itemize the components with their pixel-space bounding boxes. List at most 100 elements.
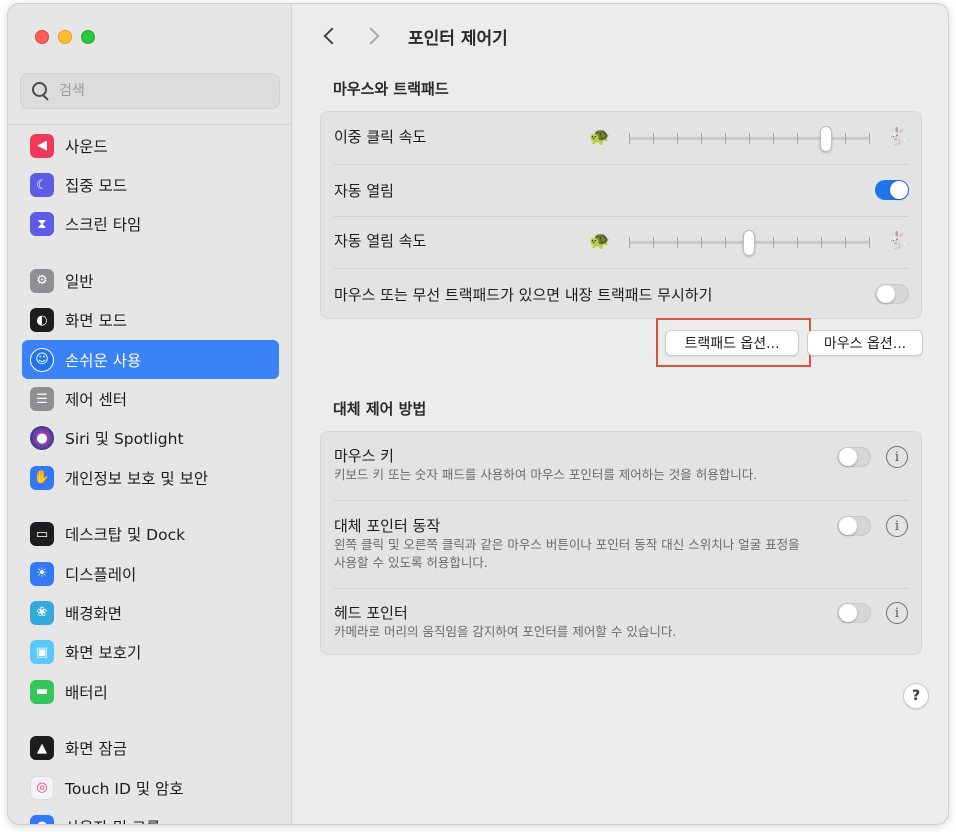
info-icon[interactable]: i [886, 602, 908, 624]
sidebar-item-label: 손쉬운 사용 [65, 351, 142, 370]
slider-tick [725, 133, 726, 144]
sidebar-item-label: 개인정보 보호 및 보안 [65, 469, 209, 488]
info-icon[interactable]: i [886, 515, 908, 537]
sidebar-item-label: 사용자 및 그룹 [65, 816, 160, 824]
gear-icon: ⚙ [30, 268, 54, 293]
slider-tick [749, 133, 750, 144]
sidebar-item-battery[interactable]: ▬ 배터리 [22, 672, 279, 711]
sidebar-item-users-groups[interactable]: ● 사용자 및 그룹 [22, 807, 279, 824]
spring-loading-speed-slider[interactable]: 🐢 🐇 [589, 230, 909, 256]
sidebar-item-label: 배터리 [65, 683, 108, 702]
back-button[interactable] [318, 24, 344, 50]
main-content: 포인터 제어기 마우스와 트랙패드 이중 클릭 속도 🐢 🐇 자동 열림 자동 … [293, 4, 948, 824]
sidebar-item-screen-time[interactable]: ⧗ 스크린 타임 [22, 205, 279, 244]
users-icon: ● [30, 814, 54, 824]
mouse-options-button[interactable]: 마우스 옵션... [807, 330, 923, 356]
hand-icon: ✋ [30, 465, 54, 490]
sidebar-item-sound[interactable]: ◀ 사운드 [22, 126, 279, 165]
double-click-speed-slider[interactable]: 🐢 🐇 [589, 126, 909, 152]
sidebar-item-label: 사운드 [65, 137, 108, 156]
slider-tick [677, 133, 678, 144]
forward-button[interactable] [362, 24, 389, 50]
sidebar-item-label: 제어 센터 [65, 391, 127, 410]
slider-tick [797, 237, 798, 248]
rabbit-icon: 🐇 [887, 231, 909, 251]
trackpad-options-button[interactable]: 트랙패드 옵션... [665, 330, 799, 356]
sidebar-item-label: 화면 모드 [65, 312, 127, 331]
appearance-icon: ◐ [30, 308, 54, 333]
head-pointer-description: 카메라로 머리의 움직임을 감지하여 포인터를 제어할 수 있습니다. [334, 624, 677, 639]
sidebar-item-label: 화면 잠금 [65, 740, 127, 759]
slider-thumb[interactable] [743, 230, 755, 256]
hourglass-icon: ⧗ [30, 212, 54, 237]
sidebar-item-control-center[interactable]: ☰ 제어 센터 [22, 379, 279, 418]
slider-tick [821, 237, 822, 248]
slider-tick [869, 133, 870, 144]
ignore-builtin-toggle[interactable] [875, 284, 909, 304]
alt-pointer-toggle[interactable] [837, 516, 871, 536]
slider-tick [845, 237, 846, 248]
minimize-window-button[interactable] [58, 30, 72, 44]
sidebar-item-label: 화면 보호기 [65, 644, 142, 663]
slider-tick [773, 237, 774, 248]
window-controls [35, 30, 95, 44]
spring-loading-speed-label: 자동 열림 속도 [334, 232, 427, 250]
rabbit-icon: 🐇 [887, 127, 909, 147]
slider-tick [725, 237, 726, 248]
search-input[interactable] [59, 83, 259, 99]
sidebar-item-appearance[interactable]: ◐ 화면 모드 [22, 301, 279, 340]
slider-tick [653, 237, 654, 248]
mouse-keys-toggle[interactable] [837, 447, 871, 467]
maximize-window-button[interactable] [81, 30, 95, 44]
sidebar-item-touch-id[interactable]: ◎ Touch ID 및 암호 [22, 768, 279, 807]
sidebar-item-privacy-security[interactable]: ✋ 개인정보 보호 및 보안 [22, 458, 279, 497]
slider-tick [869, 237, 870, 248]
search-field[interactable] [20, 73, 280, 109]
mouse-keys-description: 키보드 키 또는 숫자 패드를 사용하여 마우스 포인터를 제어하는 것을 허용… [334, 467, 758, 482]
spring-loading-toggle[interactable] [875, 180, 909, 200]
head-pointer-row: 헤드 포인터 카메라로 머리의 움직임을 감지하여 포인터를 제어할 수 있습니… [321, 588, 921, 656]
sidebar-item-label: 배경화면 [65, 604, 123, 623]
spring-loading-speed-row: 자동 열림 속도 🐢 🐇 [321, 216, 921, 268]
close-window-button[interactable] [35, 30, 49, 44]
dock-icon: ▭ [30, 522, 54, 547]
sidebar-item-screen-saver[interactable]: ▣ 화면 보호기 [22, 633, 279, 672]
sidebar-item-label: Touch ID 및 암호 [65, 779, 184, 798]
alt-pointer-description: 왼쪽 클릭 및 오른쪽 클릭과 같은 마우스 버튼이나 포인터 동작 대신 스위… [334, 537, 800, 570]
sidebar-item-label: 일반 [65, 272, 94, 291]
moon-icon: ☾ [30, 173, 54, 198]
screensaver-icon: ▣ [30, 640, 54, 665]
alternate-control-group: 마우스 키 키보드 키 또는 숫자 패드를 사용하여 마우스 포인터를 제어하는… [320, 431, 922, 655]
double-click-speed-label: 이중 클릭 속도 [334, 128, 427, 146]
sidebar-item-label: 디스플레이 [65, 565, 137, 584]
siri-icon: ● [30, 426, 54, 451]
sidebar-item-general[interactable]: ⚙ 일반 [22, 261, 279, 300]
slider-tick [701, 237, 702, 248]
sidebar-item-focus[interactable]: ☾ 집중 모드 [22, 165, 279, 204]
sidebar-item-accessibility[interactable]: ☺ 손쉬운 사용 [22, 339, 279, 380]
chevron-right-icon [362, 27, 380, 45]
sidebar-item-label: 데스크탑 및 Dock [65, 526, 186, 545]
sidebar: ◀ 사운드 ☾ 집중 모드 ⧗ 스크린 타임 ⚙ 일반 ◐ 화면 모드 ☺ [8, 4, 292, 824]
lock-icon: ▲ [30, 736, 54, 761]
info-icon[interactable]: i [886, 446, 908, 468]
flower-icon: ❀ [30, 600, 54, 625]
fingerprint-icon: ◎ [30, 775, 54, 800]
sidebar-item-wallpaper[interactable]: ❀ 배경화면 [22, 593, 279, 632]
slider-tick [677, 237, 678, 248]
spring-loading-row: 자동 열림 [321, 164, 921, 216]
sidebar-item-label: 집중 모드 [65, 177, 127, 196]
page-title: 포인터 제어기 [408, 29, 508, 49]
head-pointer-toggle[interactable] [837, 603, 871, 623]
sidebar-item-desktop-dock[interactable]: ▭ 데스크탑 및 Dock [22, 515, 279, 554]
control-center-icon: ☰ [30, 387, 54, 412]
sidebar-item-displays[interactable]: ☀ 디스플레이 [22, 554, 279, 593]
slider-thumb[interactable] [819, 126, 832, 152]
sun-icon: ☀ [30, 561, 54, 586]
slider-tick [701, 133, 702, 144]
sidebar-item-label: 스크린 타임 [65, 216, 142, 235]
help-button[interactable]: ? [903, 683, 929, 709]
sidebar-item-siri-spotlight[interactable]: ● Siri 및 Spotlight [22, 419, 279, 458]
mouse-keys-row: 마우스 키 키보드 키 또는 숫자 패드를 사용하여 마우스 포인터를 제어하는… [321, 432, 921, 500]
sidebar-item-lock-screen[interactable]: ▲ 화면 잠금 [22, 728, 279, 767]
